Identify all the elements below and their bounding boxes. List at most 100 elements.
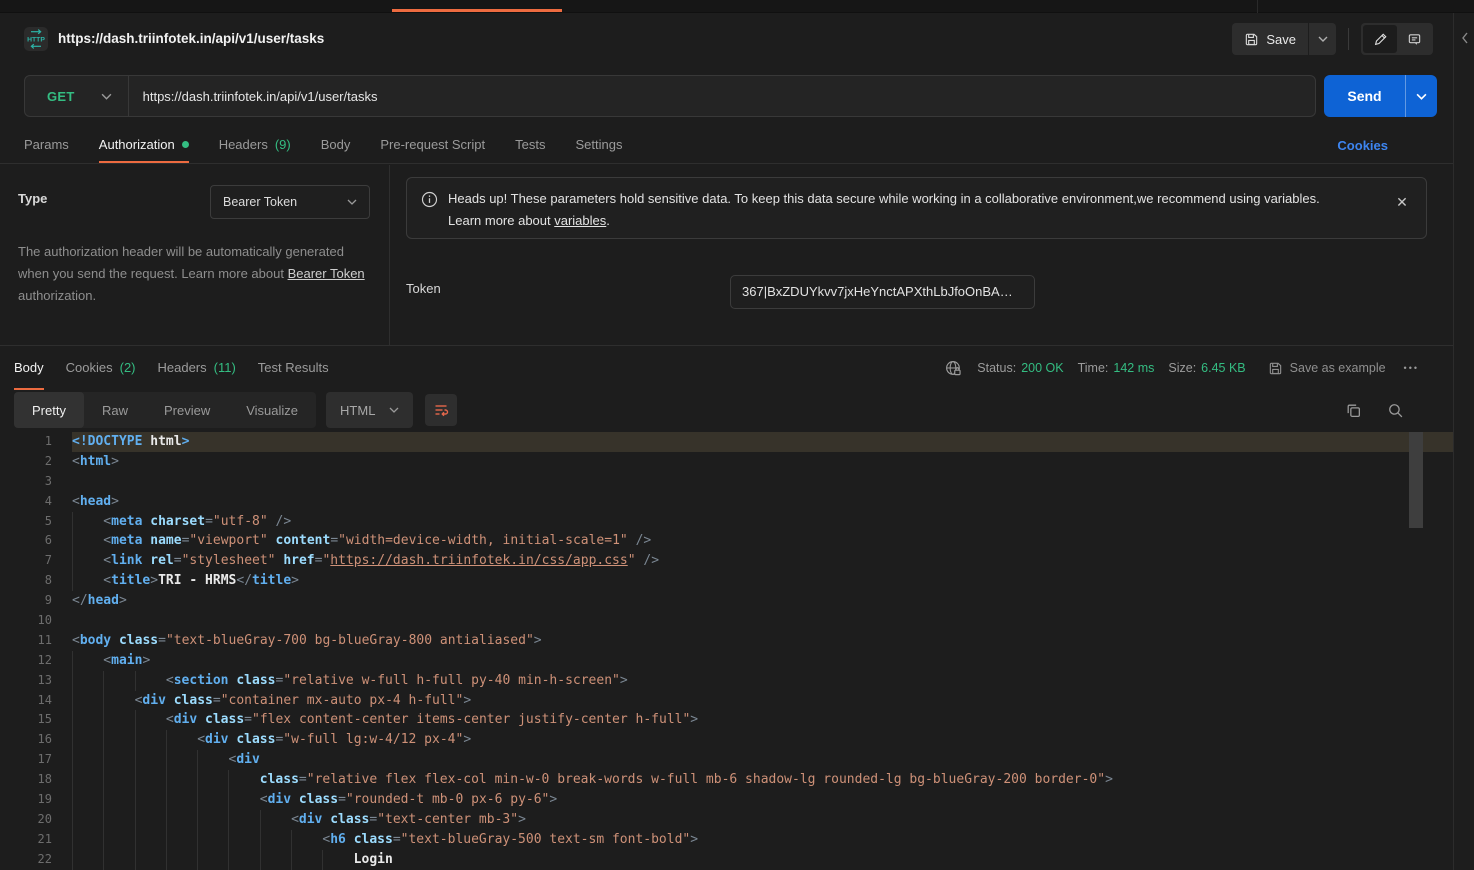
code-text: <meta name="viewport" content="width=dev…: [72, 531, 1453, 551]
response-tab-cookies[interactable]: Cookies(2): [66, 348, 136, 390]
tab-headers-label: Headers: [219, 137, 268, 152]
tab-body[interactable]: Body: [321, 130, 351, 163]
tab-params-label: Params: [24, 137, 69, 152]
copy-response-button[interactable]: [1343, 400, 1363, 420]
status-label: Status:: [977, 361, 1016, 375]
chevron-down-icon: [389, 407, 399, 413]
count-badge: (9): [275, 137, 291, 152]
method-selector[interactable]: GET: [25, 89, 128, 104]
code-line: 22Login: [0, 850, 1453, 870]
line-number: 14: [0, 691, 52, 711]
send-options-button[interactable]: [1405, 75, 1437, 117]
tab-params[interactable]: Params: [24, 130, 69, 163]
code-text: <div class="container mx-auto px-4 h-ful…: [72, 691, 1453, 711]
indent-guide: [72, 790, 103, 810]
time-value[interactable]: 142 ms: [1113, 361, 1154, 375]
line-number: 21: [0, 830, 52, 850]
save-button-label: Save: [1266, 32, 1296, 47]
line-number: 9: [0, 591, 52, 611]
indent-guide: [166, 810, 197, 830]
line-number: 7: [0, 551, 52, 571]
response-tab-test-results[interactable]: Test Results: [258, 348, 329, 390]
indent-guide: [135, 790, 166, 810]
tab-pre-request-script[interactable]: Pre-request Script: [380, 130, 485, 163]
view-mode-visualize[interactable]: Visualize: [228, 392, 316, 428]
wrap-lines-button[interactable]: [425, 394, 457, 426]
line-number: 18: [0, 770, 52, 790]
auth-description-suffix: authorization.: [18, 288, 96, 303]
unsaved-changes-dot: [182, 141, 189, 148]
response-tab-body-label: Body: [14, 360, 44, 375]
save-as-example-button[interactable]: Save as example: [1268, 361, 1386, 376]
comment-icon: [1407, 32, 1422, 47]
cookies-link[interactable]: Cookies: [1337, 138, 1388, 153]
code-text: class="relative flex flex-col min-w-0 br…: [72, 770, 1453, 790]
response-tabs: Body Cookies(2) Headers(11) Test Results: [14, 346, 329, 390]
indent-guide: [72, 651, 103, 671]
tab-authorization-label: Authorization: [99, 137, 175, 152]
code-line: 11<body class="text-blueGray-700 bg-blue…: [0, 631, 1453, 651]
indent-guide: [322, 850, 353, 870]
view-mode-preview[interactable]: Preview: [146, 392, 228, 428]
indent-guide: [197, 830, 228, 850]
code-text: <!DOCTYPE html>: [72, 432, 1453, 452]
view-mode-pretty[interactable]: Pretty: [14, 392, 84, 428]
tab-authorization[interactable]: Authorization: [99, 130, 189, 163]
tab-headers[interactable]: Headers (9): [219, 130, 291, 163]
code-text: </head>: [72, 591, 1453, 611]
auth-type-select[interactable]: Bearer Token: [210, 185, 370, 219]
response-tab-headers[interactable]: Headers(11): [158, 348, 236, 390]
size-value[interactable]: 6.45 KB: [1201, 361, 1245, 375]
warning-text: Heads up! These parameters hold sensitiv…: [448, 188, 1382, 228]
request-title: https://dash.triinfotek.in/api/v1/user/t…: [58, 31, 324, 46]
language-select[interactable]: HTML: [326, 392, 413, 428]
view-mode-switcher: PrettyRawPreviewVisualize: [14, 392, 316, 428]
search-response-button[interactable]: [1385, 400, 1405, 420]
indent-guide: [166, 790, 197, 810]
code-text: <section class="relative w-full h-full p…: [72, 671, 1453, 691]
token-label: Token: [406, 281, 441, 296]
code-text: <html>: [72, 452, 1453, 472]
comments-button[interactable]: [1397, 25, 1431, 53]
time-label: Time:: [1078, 361, 1109, 375]
line-number: 10: [0, 611, 52, 631]
dismiss-warning-button[interactable]: ✕: [1392, 192, 1412, 212]
collapse-right-panel-button[interactable]: [1458, 30, 1472, 46]
app-window: HTTP https://dash.triinfotek.in/api/v1/u…: [0, 0, 1474, 870]
tab-tests[interactable]: Tests: [515, 130, 545, 163]
indent-guide: [228, 790, 259, 810]
pencil-icon: [1373, 32, 1388, 47]
code-line: 1 <!DOCTYPE html>: [0, 432, 1453, 452]
code-line: 13<section class="relative w-full h-full…: [0, 671, 1453, 691]
variables-link[interactable]: variables: [554, 213, 606, 228]
response-tab-cookies-label: Cookies: [66, 360, 113, 375]
indent-guide: [291, 850, 322, 870]
edit-button[interactable]: [1363, 25, 1397, 53]
indent-guide: [166, 830, 197, 850]
code-text: [72, 611, 1453, 631]
code-line: 16<div class="w-full lg:w-4/12 px-4">: [0, 730, 1453, 750]
line-number: 5: [0, 512, 52, 532]
wrap-lines-icon: [433, 402, 449, 418]
tab-settings-label: Settings: [575, 137, 622, 152]
response-tab-body[interactable]: Body: [14, 348, 44, 390]
send-button[interactable]: Send: [1324, 75, 1437, 117]
token-input[interactable]: 367|BxZDUYkvv7jxHeYnctAPXthLbJfoOnBA…: [730, 275, 1035, 309]
size-label: Size:: [1168, 361, 1196, 375]
bearer-token-link[interactable]: Bearer Token: [288, 266, 365, 281]
indent-guide: [103, 710, 134, 730]
line-number: 8: [0, 571, 52, 591]
tab-settings[interactable]: Settings: [575, 130, 622, 163]
editor-scrollbar[interactable]: [1409, 432, 1423, 528]
status-value[interactable]: 200 OK: [1021, 361, 1063, 375]
indent-guide: [260, 810, 291, 830]
chevron-down-icon: [1318, 36, 1328, 42]
save-options-button[interactable]: [1308, 23, 1336, 55]
response-body-editor[interactable]: 1<!DOCTYPE html>2<html>34<head>5<meta ch…: [0, 430, 1453, 870]
chevron-down-icon: [347, 199, 357, 205]
view-mode-raw[interactable]: Raw: [84, 392, 146, 428]
more-actions-button[interactable]: •••: [1404, 363, 1419, 373]
line-number: 1: [0, 432, 52, 452]
save-button[interactable]: Save: [1232, 23, 1308, 55]
url-input[interactable]: [129, 77, 1315, 115]
